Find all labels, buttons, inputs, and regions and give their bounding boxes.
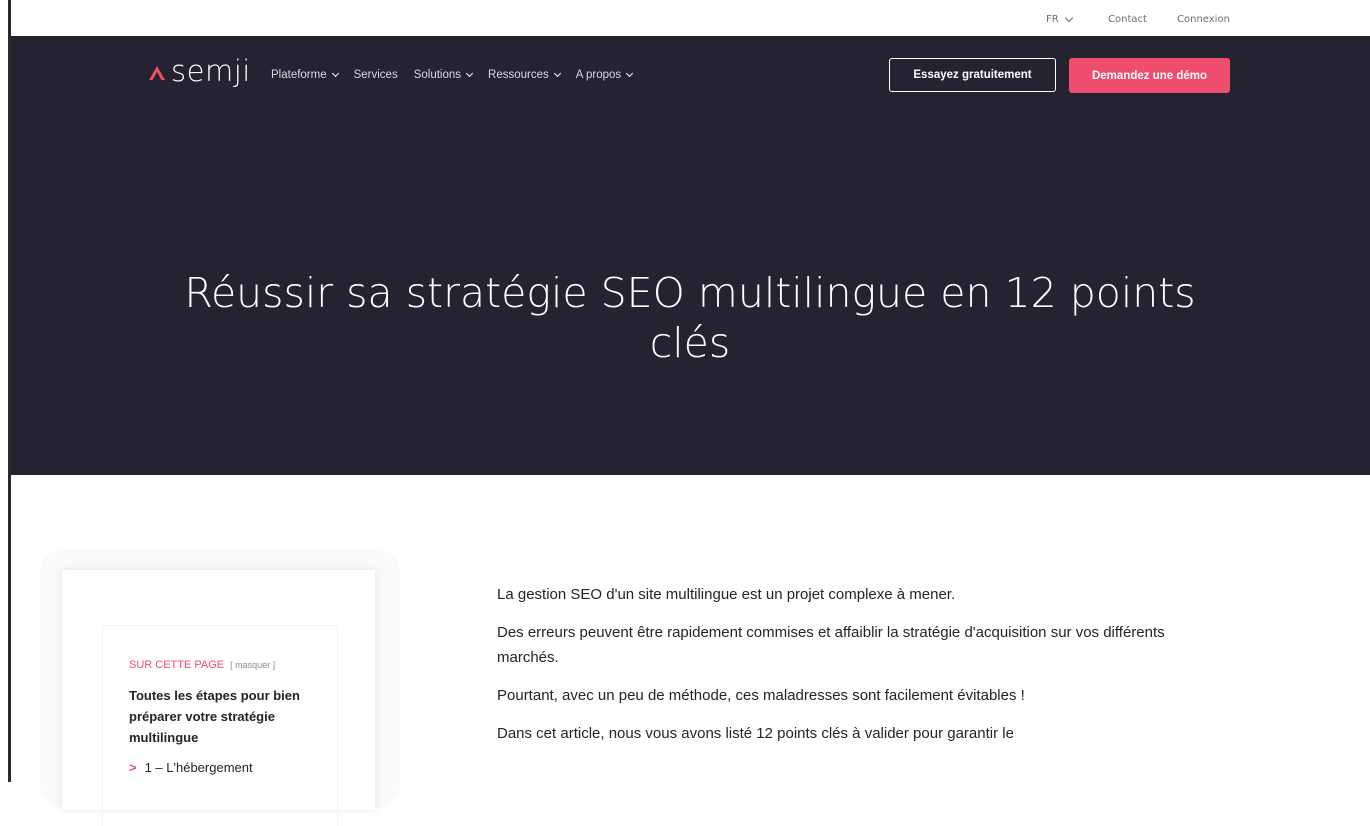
article-body: La gestion SEO d'un site multilingue est… — [497, 582, 1217, 759]
nav-menu: Plateforme Services Solutions Ressources… — [271, 69, 648, 81]
article-paragraph: Pourtant, avec un peu de méthode, ces ma… — [497, 687, 1025, 704]
toc-hide-toggle[interactable]: [ masquer ] — [230, 660, 275, 670]
logo-mark-icon — [149, 66, 165, 80]
chevron-right-icon: > — [129, 760, 137, 775]
login-link[interactable]: Connexion — [1177, 14, 1230, 25]
nav-item-label: Ressources — [488, 69, 549, 81]
nav-item-plateforme[interactable]: Plateforme — [271, 69, 339, 81]
logo[interactable]: semji — [148, 56, 251, 86]
language-label: FR — [1046, 14, 1059, 25]
toc-inner-box: SUR CETTE PAGE [ masquer ] Toutes les ét… — [102, 625, 338, 826]
toc-title: Toutes les étapes pour bien préparer vot… — [129, 688, 300, 745]
nav-item-label: A propos — [575, 69, 622, 81]
contact-link[interactable]: Contact — [1108, 14, 1147, 25]
nav-item-a-propos[interactable]: A propos — [575, 69, 634, 81]
article-paragraph: La gestion SEO d'un site multilingue est… — [497, 586, 956, 603]
toc-heading-label: SUR CETTE PAGE — [129, 659, 225, 671]
page-title: Réussir sa stratégie SEO multilingue en … — [184, 269, 1196, 367]
nav-item-label: Plateforme — [271, 69, 327, 81]
logo-text: semji — [171, 54, 251, 88]
request-demo-button[interactable]: Demandez une démo — [1069, 58, 1230, 93]
chevron-down-icon — [1064, 13, 1073, 23]
article-paragraph: Des erreurs peuvent être rapidement comm… — [497, 624, 1165, 666]
nav-item-label: Services — [353, 69, 398, 81]
nav-item-ressources[interactable]: Ressources — [488, 69, 561, 81]
nav-item-services[interactable]: Services — [354, 69, 398, 81]
table-of-contents: SUR CETTE PAGE [ masquer ] Toutes les ét… — [62, 570, 375, 826]
free-trial-button[interactable]: Essayez gratuitement — [889, 58, 1056, 92]
chevron-down-icon — [553, 69, 561, 78]
nav-item-solutions[interactable]: Solutions — [413, 69, 474, 81]
toc-link-hosting[interactable]: > 1 – L'hébergement — [129, 760, 253, 775]
main-navigation: semji Plateforme Services Solutions Ress… — [11, 36, 1370, 114]
hero-section: semji Plateforme Services Solutions Ress… — [11, 36, 1370, 475]
article-paragraph: Dans cet article, nous vous avons listé … — [497, 725, 1014, 742]
nav-item-label: Solutions — [413, 69, 462, 81]
utility-bar: FR Contact Connexion — [11, 0, 1370, 36]
chevron-down-icon — [331, 69, 339, 78]
chevron-down-icon — [626, 69, 634, 78]
toc-link-label: 1 – L'hébergement — [144, 760, 253, 775]
toc-heading: SUR CETTE PAGE [ masquer ] — [129, 659, 275, 671]
chevron-down-icon — [465, 69, 474, 78]
language-selector[interactable]: FR — [1046, 13, 1073, 25]
